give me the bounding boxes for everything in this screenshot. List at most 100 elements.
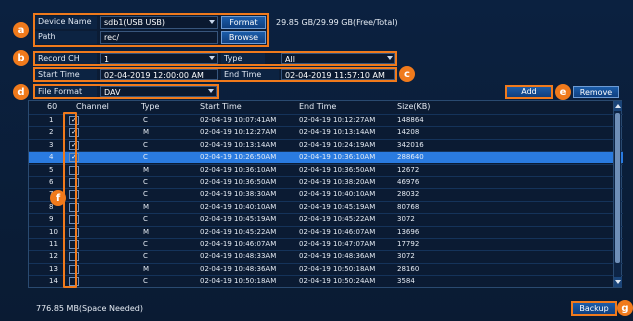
scroll-up-button[interactable]: [614, 101, 622, 111]
row-start-time: 02-04-19 10:38:30AM: [200, 190, 277, 199]
table-row[interactable]: 2 M 02-04-19 10:12:27AM 02-04-19 10:13:14AM…: [29, 126, 623, 138]
row-index: 13: [49, 264, 58, 273]
row-type: M: [143, 264, 150, 273]
row-index: 2: [49, 128, 54, 137]
arrow-up-icon: [615, 104, 621, 108]
header-start-time: Start Time: [200, 102, 242, 111]
header-channel: Channel: [76, 102, 109, 111]
row-end-time: 02-04-19 10:38:20AM: [299, 178, 376, 186]
row-start-time: 02-04-19 10:07:41AM: [200, 116, 277, 124]
row-size: 12672: [397, 165, 420, 174]
row-size: 3072: [397, 215, 415, 224]
table-row[interactable]: 14 C 02-04-19 10:50:18AM 02-04-19 10:50:24A…: [29, 275, 623, 287]
row-index: 1: [49, 116, 54, 124]
row-size: 28032: [397, 190, 420, 199]
row-size: 13696: [397, 227, 420, 236]
row-type: C: [143, 277, 148, 286]
file-format-select[interactable]: DAV: [100, 86, 217, 97]
row-size: 3072: [397, 252, 415, 261]
table-row[interactable]: 12 C 02-04-19 10:48:33AM 02-04-19 10:48:36A…: [29, 250, 623, 262]
table-row[interactable]: 7C02-04-19 10:38:30AM02-04-19 10:40:10AM…: [29, 188, 623, 200]
record-ch-select[interactable]: 1: [100, 53, 218, 64]
space-needed-text: 776.85 MB(Space Needed): [36, 304, 143, 313]
row-size: 80768: [397, 202, 420, 211]
path-field[interactable]: rec/: [100, 31, 218, 44]
end-time-field[interactable]: 02-04-2019 11:57:10 AM: [281, 69, 395, 80]
callout-e: e: [555, 84, 571, 100]
table-row[interactable]: 9 C 02-04-19 10:45:19AM 02-04-19 10:45:22AM…: [29, 213, 623, 225]
start-time-field[interactable]: 02-04-2019 12:00:00 AM: [100, 69, 218, 80]
row-end-time: 02-04-19 10:45:19AM: [299, 202, 376, 211]
row-start-time: 02-04-19 10:36:50AM: [200, 178, 277, 186]
row-type: M: [143, 128, 150, 137]
row-index: 6: [49, 178, 54, 186]
row-type: C: [143, 116, 148, 124]
table-row[interactable]: 6 C 02-04-19 10:36:50AM 02-04-19 10:38:20AM…: [29, 176, 623, 188]
table-row[interactable]: 13 M 02-04-19 10:48:36AM 02-04-19 10:50:18A…: [29, 262, 623, 275]
row-start-time: 02-04-19 10:12:27AM: [200, 128, 277, 137]
callout-c: c: [399, 66, 415, 82]
row-start-time: 02-04-19 10:48:36AM: [200, 264, 277, 273]
format-button[interactable]: Format: [221, 16, 266, 29]
row-size: 288640: [397, 153, 424, 162]
row-size: 17792: [397, 240, 420, 248]
file-format-chevron-down-icon: [208, 89, 214, 93]
table-row[interactable]: 8 M 02-04-19 10:40:10AM 02-04-19 10:45:19AM…: [29, 200, 623, 213]
row-index: 11: [49, 240, 58, 248]
row-start-time: 02-04-19 10:40:10AM: [200, 202, 277, 211]
table-row[interactable]: 10 M 02-04-19 10:45:22AM 02-04-19 10:46:07A…: [29, 225, 623, 238]
row-type: C: [143, 140, 148, 149]
table-row[interactable]: 4 C 02-04-19 10:26:50AM 02-04-19 10:36:10AM…: [29, 151, 623, 164]
row-end-time: 02-04-19 10:50:18AM: [299, 264, 376, 273]
row-end-time: 02-04-19 10:47:07AM: [299, 240, 376, 248]
add-button[interactable]: Add: [505, 85, 553, 99]
row-end-time: 02-04-19 10:13:14AM: [299, 128, 376, 137]
row-end-time: 02-04-19 10:50:24AM: [299, 277, 376, 286]
header-size: Size(KB): [397, 102, 431, 111]
browse-button[interactable]: Browse: [221, 31, 266, 44]
device-name-label: Device Name: [35, 16, 97, 29]
row-end-time: 02-04-19 10:24:19AM: [299, 140, 376, 149]
device-name-select[interactable]: sdb1(USB USB): [100, 16, 218, 29]
path-label: Path: [35, 31, 97, 44]
remove-button[interactable]: Remove: [573, 86, 619, 98]
file-format-label: File Format: [35, 86, 97, 97]
callout-d: d: [13, 84, 29, 100]
row-type: M: [143, 202, 150, 211]
table-header: 60 Channel Type Start Time End Time Size…: [29, 101, 621, 113]
row-type: C: [143, 215, 148, 224]
row-end-time: 02-04-19 10:48:36AM: [299, 252, 376, 261]
row-type: C: [143, 252, 148, 261]
start-time-label: Start Time: [35, 69, 97, 80]
table-row[interactable]: 11 C 02-04-19 10:46:07AM 02-04-19 10:47:07A…: [29, 238, 623, 250]
row-type: C: [143, 178, 148, 186]
file-list-table: 60 Channel Type Start Time End Time Size…: [28, 100, 623, 288]
row-type: M: [143, 227, 150, 236]
row-size: 148864: [397, 116, 424, 124]
header-count: 60: [47, 102, 58, 111]
table-scrollbar[interactable]: [613, 101, 622, 287]
row-size: 28160: [397, 264, 420, 273]
row-end-time: 02-04-19 10:36:10AM: [299, 153, 376, 162]
table-row[interactable]: 3 C 02-04-19 10:13:14AM 02-04-19 10:24:19AM…: [29, 138, 623, 151]
end-time-label: End Time: [221, 69, 279, 80]
row-type: M: [143, 165, 150, 174]
table-row[interactable]: 5 M 02-04-19 10:36:10AM 02-04-19 10:36:50AM…: [29, 163, 623, 176]
row-size: 46976: [397, 178, 420, 186]
row-start-time: 02-04-19 10:45:19AM: [200, 215, 277, 224]
arrow-down-icon: [615, 280, 621, 284]
table-row[interactable]: 1 C 02-04-19 10:07:41AM 02-04-19 10:12:27AM…: [29, 114, 623, 126]
type-select[interactable]: All: [281, 53, 395, 64]
row-start-time: 02-04-19 10:13:14AM: [200, 140, 277, 149]
row-end-time: 02-04-19 10:45:22AM: [299, 215, 376, 224]
scroll-down-button[interactable]: [614, 277, 622, 287]
device-name-chevron-down-icon: [209, 20, 215, 24]
backup-button[interactable]: Backup: [571, 301, 617, 316]
row-index: 9: [49, 215, 54, 224]
scroll-thumb[interactable]: [615, 113, 620, 263]
row-end-time: 02-04-19 10:12:27AM: [299, 116, 376, 124]
row-index: 12: [49, 252, 58, 261]
record-ch-label: Record CH: [35, 53, 97, 64]
row-end-time: 02-04-19 10:46:07AM: [299, 227, 376, 236]
row-start-time: 02-04-19 10:45:22AM: [200, 227, 277, 236]
